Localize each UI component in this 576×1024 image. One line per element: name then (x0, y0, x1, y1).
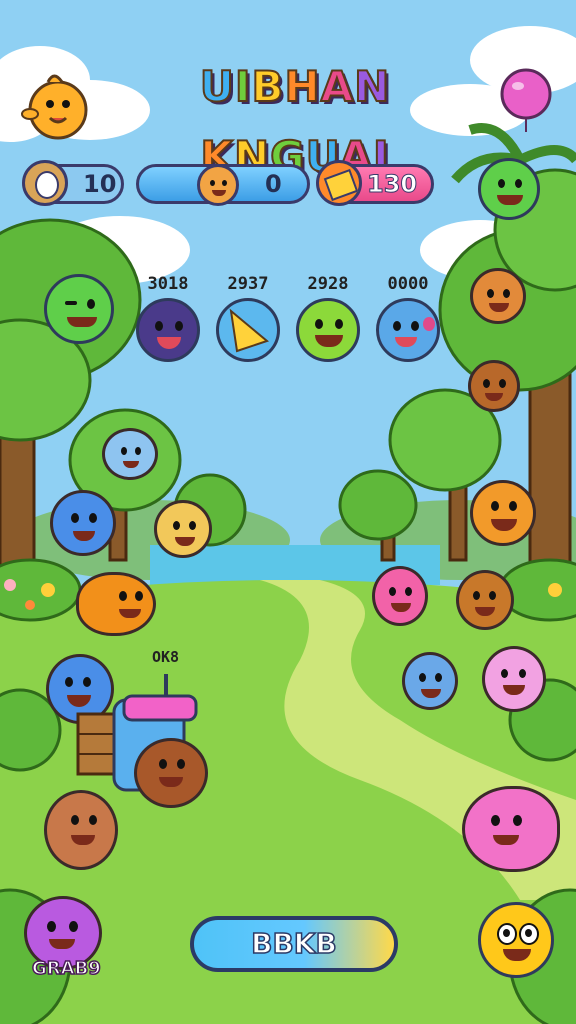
brown-squirrel-critter[interactable] (44, 790, 118, 870)
brown-squirrel-critter[interactable] (468, 360, 520, 412)
green-smiley-icon[interactable] (478, 158, 540, 220)
target-score: 3018 (147, 274, 189, 294)
critter-face-icon (197, 164, 239, 206)
pink-seal-critter[interactable] (462, 786, 560, 872)
green-smiley-icon[interactable] (296, 298, 360, 362)
title-letter: A (320, 61, 355, 112)
character-value: 0 (265, 170, 282, 198)
purple-bear-face-icon[interactable] (136, 298, 200, 362)
blue-mouse-critter[interactable] (102, 428, 158, 480)
chick-mascot-icon (21, 74, 88, 140)
target-score: 2928 (307, 274, 349, 294)
orange-bear-critter[interactable] (470, 268, 526, 324)
balloon-icon[interactable] (498, 66, 558, 136)
machine-label: OK8 (152, 648, 180, 666)
yellow-face-button[interactable] (478, 902, 554, 978)
blue-bear-critter[interactable] (50, 490, 116, 556)
title-letter: B (250, 61, 285, 112)
play-button[interactable]: BBKB (190, 916, 398, 972)
title-letter: H (283, 61, 321, 112)
blue-mouse-critter[interactable] (402, 652, 458, 710)
blue-fish-face-icon[interactable] (376, 298, 440, 362)
orange-tiger-critter[interactable] (470, 480, 536, 546)
orange-fox-critter[interactable] (76, 572, 156, 636)
corner-badge-label: GRAB9 (31, 957, 101, 980)
pink-bear-critter[interactable] (482, 646, 546, 712)
green-winking-orb[interactable] (44, 274, 114, 344)
yellow-critter[interactable] (154, 500, 212, 558)
title-letter: U (199, 61, 235, 112)
yellow-triangle-icon[interactable] (216, 298, 280, 362)
brown-squirrel-critter[interactable] (456, 570, 514, 630)
coins-value: 10 (83, 170, 117, 198)
title-letter: N (353, 61, 391, 112)
game-title: UIBHAN KNGUAI (100, 52, 490, 182)
brown-bear-critter[interactable] (134, 738, 208, 808)
target-score: 2937 (227, 274, 269, 294)
play-button-label: BBKB (250, 926, 337, 961)
target-score: 0000 (387, 274, 429, 294)
title-letter: I (234, 61, 252, 112)
gems-value: 130 (366, 170, 418, 199)
pink-critter[interactable] (372, 566, 428, 626)
gem-icon (316, 160, 362, 206)
coin-icon (22, 160, 68, 206)
